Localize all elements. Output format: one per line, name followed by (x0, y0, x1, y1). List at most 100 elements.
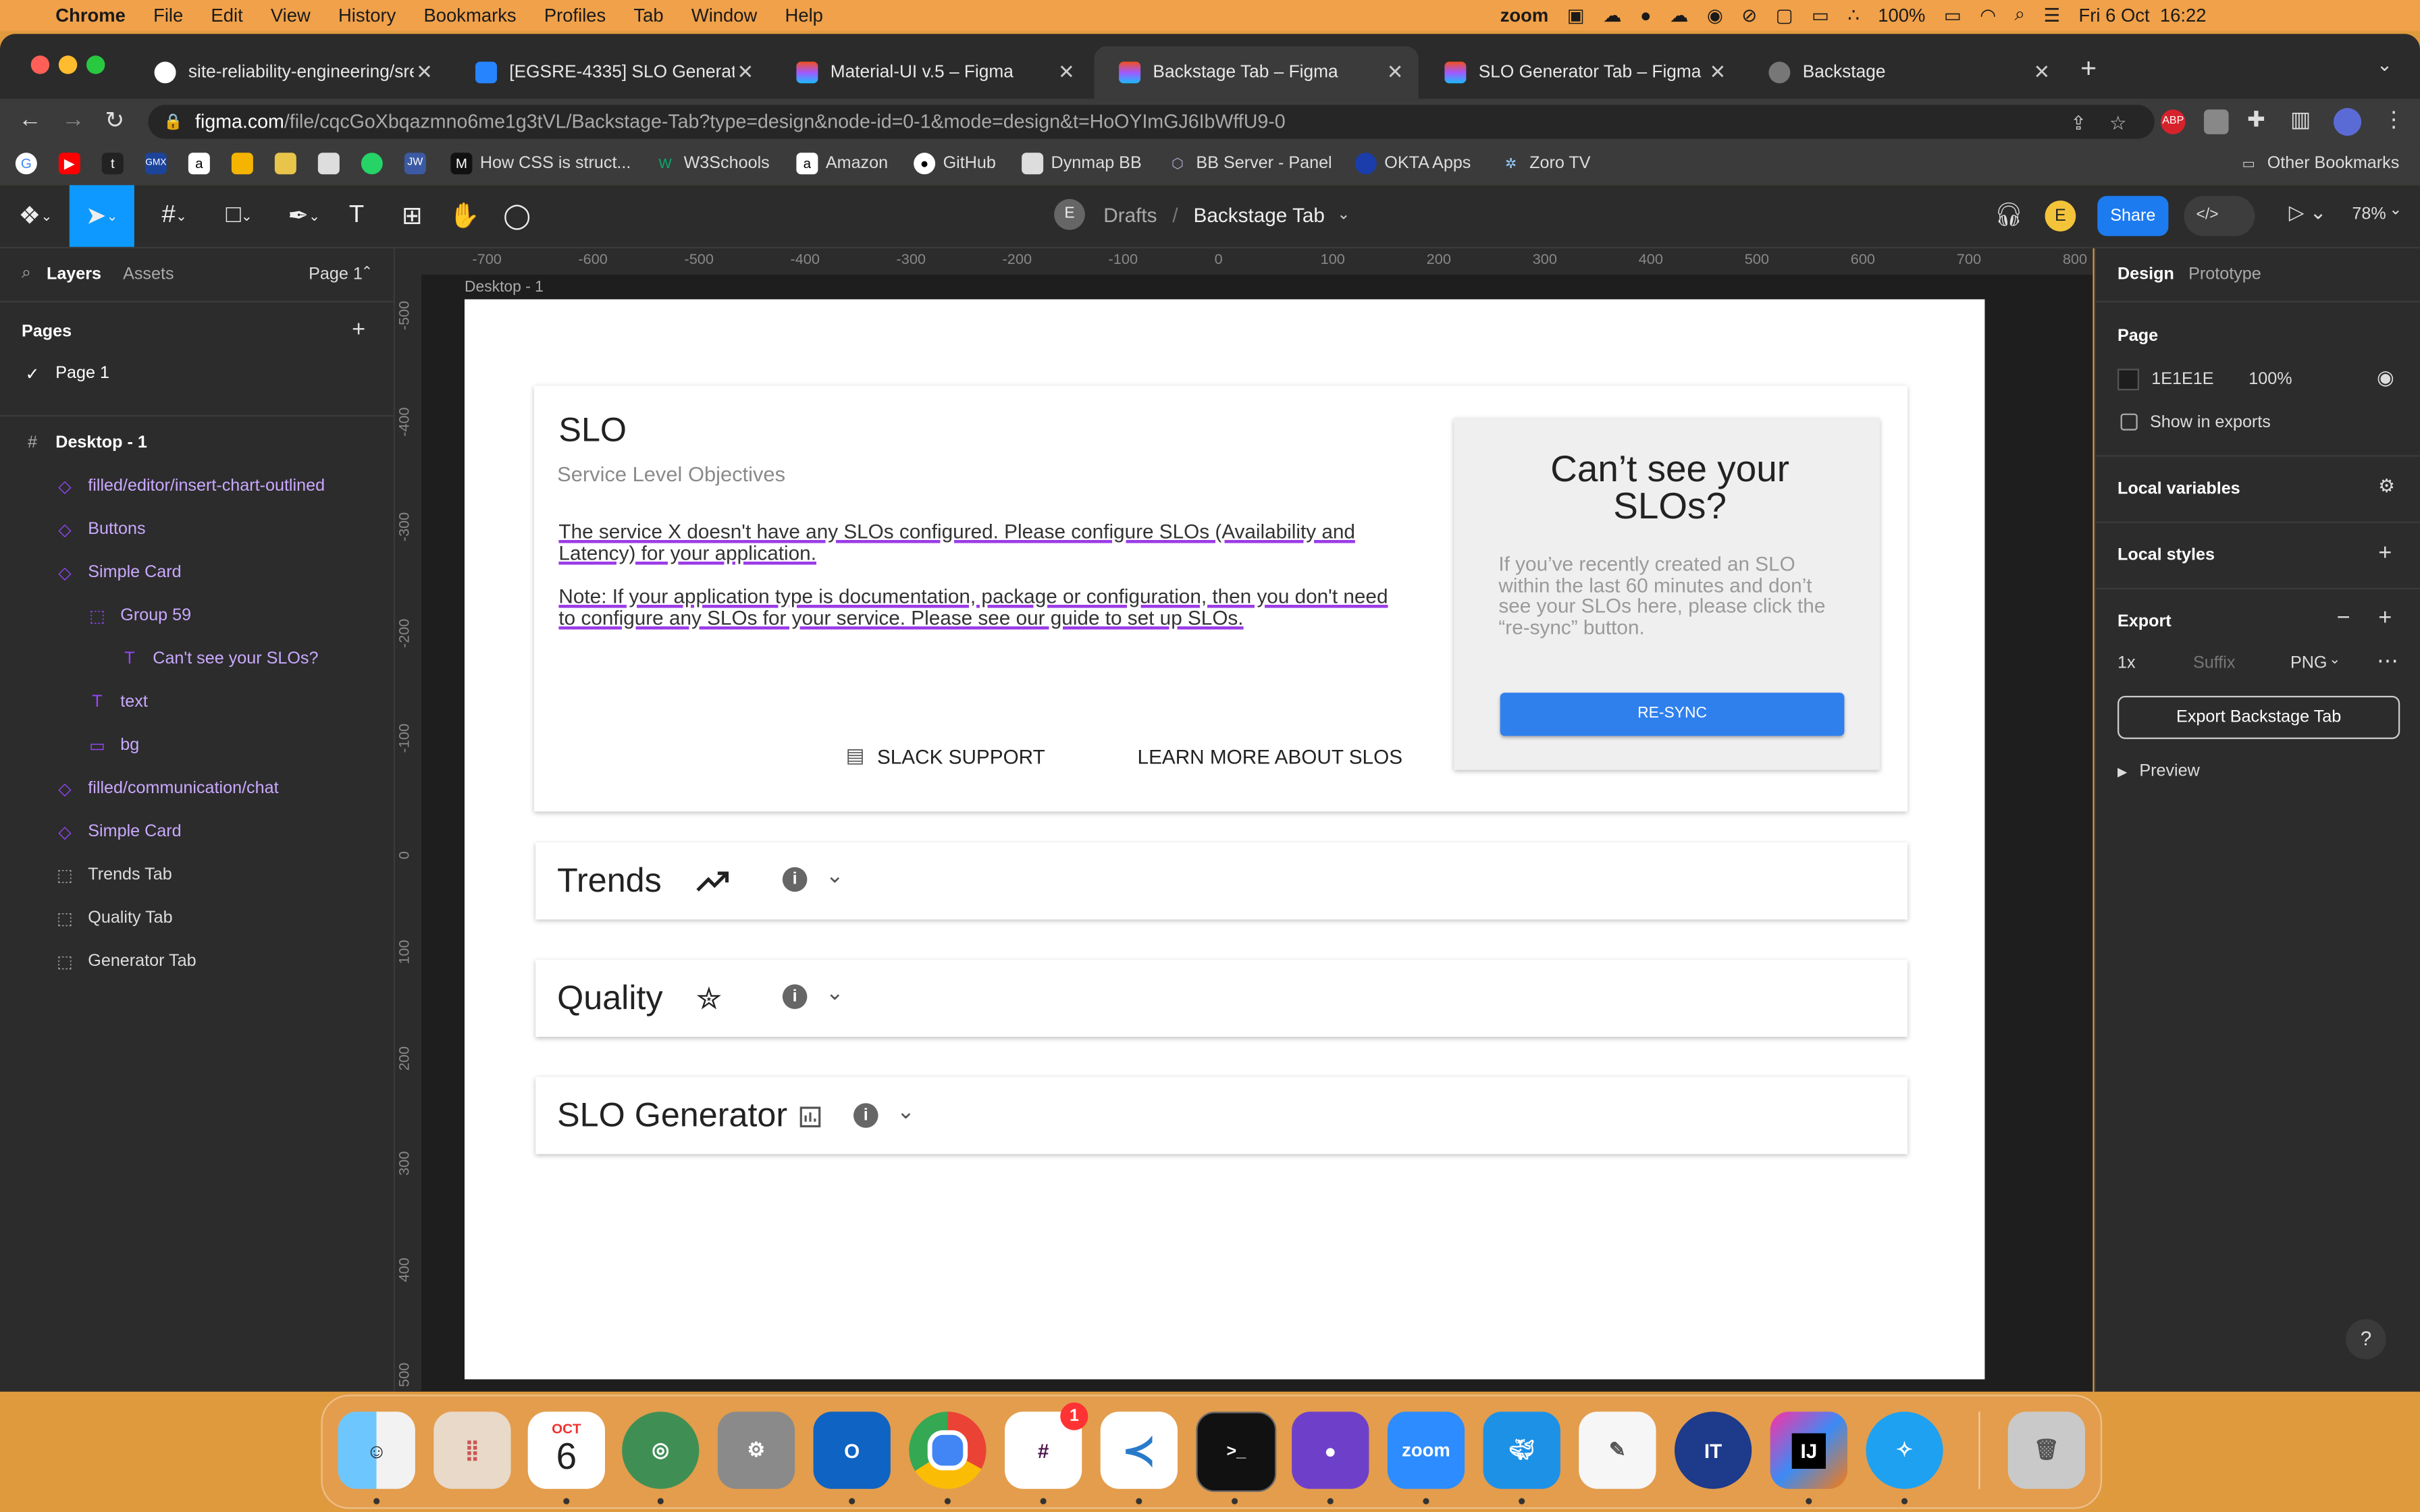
bookmark-other[interactable]: ▭ Other Bookmarks (2238, 153, 2400, 174)
chevron-down-icon[interactable]: ⌄ (826, 979, 844, 1006)
finder-icon[interactable]: ☺ (338, 1411, 415, 1489)
preview-toggle[interactable]: ▶ Preview (2118, 762, 2200, 780)
menu-bookmarks[interactable]: Bookmarks (423, 5, 516, 26)
chevron-down-icon[interactable]: ⌄ (897, 1098, 915, 1125)
safari-icon[interactable]: ✧ (1866, 1411, 1943, 1489)
hand-tool-icon[interactable]: ✋ (448, 191, 481, 240)
menu-file[interactable]: File (153, 5, 183, 26)
chrome-menu-icon[interactable]: ⋮ (2383, 107, 2404, 133)
dev-mode-toggle[interactable]: </> (2184, 196, 2255, 236)
bookmark-doc-icon[interactable] (317, 153, 347, 175)
bookmark-dynmap[interactable]: Dynmap BB (1022, 153, 1142, 175)
audio-headphones-icon[interactable]: 🎧︎ (1994, 200, 2024, 228)
add-page-icon[interactable]: + (352, 317, 365, 343)
breadcrumb-drafts[interactable]: Drafts (1103, 203, 1157, 226)
bookmark-css[interactable]: M How CSS is struct... (450, 153, 631, 175)
tab-design[interactable]: Design (2118, 265, 2174, 284)
zoom-level[interactable]: 78% (2352, 205, 2386, 223)
window-close-button[interactable] (30, 55, 50, 74)
status-icon-4[interactable]: ☁ (1670, 4, 1688, 26)
tab-search-icon[interactable]: ⌄ (2377, 54, 2392, 76)
vpn-client-icon[interactable]: ◎ (622, 1411, 700, 1489)
file-name[interactable]: Backstage Tab (1194, 203, 1325, 226)
menu-view[interactable]: View (271, 5, 311, 26)
status-icon-6[interactable]: ⊘ (1741, 4, 1757, 26)
menu-profiles[interactable]: Profiles (544, 5, 606, 26)
page-color-value[interactable]: 1E1E1E (2151, 371, 2213, 389)
chevron-up-icon[interactable]: ⌃ (361, 264, 373, 281)
bookmark-amazon-icon[interactable]: a (188, 153, 217, 175)
status-icon-7[interactable]: ▢ (1776, 4, 1793, 26)
share-button[interactable]: Share (2097, 196, 2169, 236)
local-variables-title[interactable]: Local variables (2118, 480, 2240, 498)
chevron-down-icon[interactable]: ⌄ (826, 863, 844, 889)
slack-support-button[interactable]: ▤ SLACK SUPPORT (846, 744, 1045, 769)
reload-icon[interactable]: ↻ (105, 107, 124, 134)
slo-generator-card[interactable]: SLO Generator i ⌄ (535, 1077, 1908, 1154)
bookmark-stats-icon[interactable] (231, 153, 261, 175)
calendar-icon[interactable]: OCT 6 (527, 1411, 605, 1489)
trends-card[interactable]: Trends i ⌄ (535, 842, 1908, 920)
bookmark-bb-server[interactable]: ⬡ BB Server - Panel (1167, 153, 1332, 174)
browser-tab[interactable]: site-reliability-engineering/sre ✕ (130, 47, 448, 99)
tab-close-icon[interactable]: ✕ (2031, 60, 2053, 85)
page-selector[interactable]: Page 1 (309, 265, 363, 284)
trash-icon[interactable]: 🗑︎ (2007, 1411, 2085, 1489)
bookmark-w3schools[interactable]: W W3Schools (654, 153, 769, 174)
status-icon-2[interactable]: ☁ (1603, 4, 1621, 26)
chrome-icon[interactable] (909, 1411, 987, 1489)
info-icon[interactable]: i (782, 984, 808, 1009)
menu-app-name[interactable]: Chrome (55, 5, 126, 26)
bookmark-okta[interactable]: OKTA Apps (1354, 153, 1471, 175)
omnibox[interactable]: 🔒 figma.com /file/cqcGoXbqazmno6me1g3tVL… (148, 105, 2155, 139)
layer-row[interactable]: Ttext (86, 685, 148, 719)
layer-row[interactable]: ◇ Simple Card (54, 815, 181, 848)
figma-main-menu-icon[interactable]: ❖ ⌄ (12, 191, 59, 240)
export-button[interactable]: Export Backstage Tab (2117, 695, 2400, 739)
intellij-idea-icon[interactable]: IJ (1770, 1411, 1847, 1489)
shape-tool-icon[interactable]: □ ⌄ (213, 191, 265, 240)
search-icon[interactable]: ⌕ (22, 264, 31, 284)
learn-more-button[interactable]: LEARN MORE ABOUT SLOS (1138, 745, 1402, 768)
launchpad-icon[interactable]: ⣿ (433, 1411, 511, 1489)
zoom-status[interactable]: zoom (1500, 4, 1549, 26)
github-desktop-icon[interactable]: ● (1292, 1411, 1369, 1489)
layer-row[interactable]: ◇ filled/editor/insert-chart-outlined (54, 469, 325, 503)
tab-close-icon[interactable]: ✕ (1055, 60, 1077, 85)
battery-icon[interactable]: ▭ (1944, 4, 1962, 26)
extension-icon[interactable] (2203, 109, 2229, 134)
chevron-down-icon[interactable]: ⌄ (1337, 206, 1350, 223)
zoom-chevron-icon[interactable]: ⌄ (2389, 202, 2402, 219)
status-icon-9[interactable]: ∴ (1847, 4, 1859, 26)
tab-close-icon[interactable]: ✕ (1384, 60, 1406, 85)
page-item-page1[interactable]: ✓ Page 1 (22, 356, 109, 390)
frame-tool-icon[interactable]: # ⌄ (148, 191, 201, 240)
status-icon-1[interactable]: ▣ (1567, 4, 1585, 26)
bookmark-amazon[interactable]: a Amazon (796, 153, 888, 175)
present-play-icon[interactable]: ▷ ⌄ (2289, 200, 2327, 225)
add-export-icon[interactable]: + (2378, 605, 2392, 631)
chevron-down-icon[interactable]: ⌄ (2329, 651, 2340, 668)
window-zoom-button[interactable] (86, 55, 105, 74)
variables-settings-icon[interactable]: ⚙︎ (2378, 475, 2395, 497)
bookmark-youtube-icon[interactable]: ▶ (58, 153, 88, 175)
info-icon[interactable]: i (782, 867, 808, 892)
status-icon-5[interactable]: ◉ (1707, 4, 1723, 26)
status-icon-8[interactable]: ▭ (1812, 4, 1829, 26)
tab-layers[interactable]: Layers (47, 265, 101, 283)
bookmark-gmx-icon[interactable]: GMX (144, 153, 174, 175)
status-icon-3[interactable]: ● (1640, 4, 1652, 26)
export-scale[interactable]: 1x (2118, 654, 2136, 672)
outlook-icon[interactable]: O (813, 1411, 891, 1489)
tab-prototype[interactable]: Prototype (2188, 265, 2261, 284)
menu-tab[interactable]: Tab (633, 5, 663, 26)
tab-close-icon[interactable]: ✕ (414, 60, 436, 85)
bookmark-jw-icon[interactable]: JW (404, 153, 433, 175)
layer-row[interactable]: ◇ filled/communication/chat (54, 772, 278, 805)
menu-help[interactable]: Help (785, 5, 823, 26)
menu-edit[interactable]: Edit (211, 5, 242, 26)
design-canvas[interactable]: -700 -600 -500 -400 -300 -200 -100 0 100 200 300 40… (395, 248, 2093, 1392)
move-tool-icon[interactable]: ➤ ⌄ (69, 185, 134, 247)
layer-row[interactable]: ◇ Simple Card (54, 556, 181, 589)
side-panel-icon[interactable]: ▥ (2290, 107, 2311, 133)
